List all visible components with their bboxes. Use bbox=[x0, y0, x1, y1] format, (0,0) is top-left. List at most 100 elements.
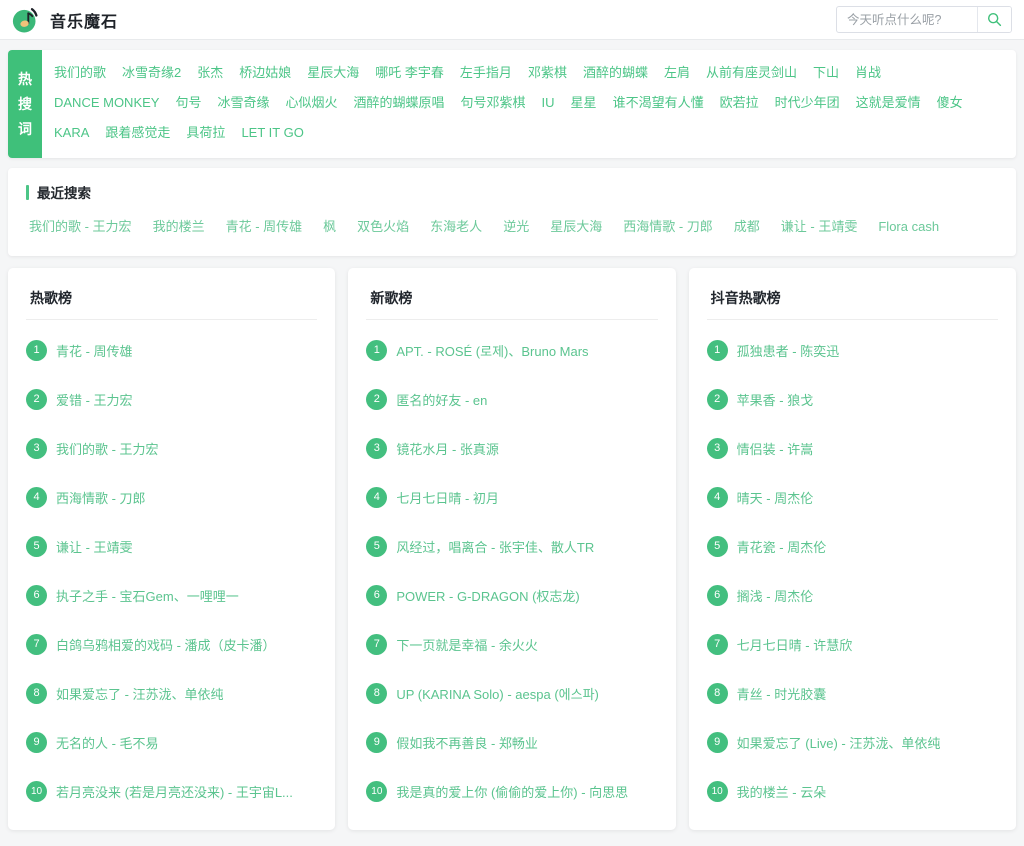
rank-list-item[interactable]: 4 七月七日晴 - 初月 bbox=[366, 473, 657, 522]
rank-list-item[interactable]: 2 匿名的好友 - en bbox=[366, 375, 657, 424]
rank-list-item[interactable]: 3 情侣装 - 许嵩 bbox=[707, 424, 998, 473]
recent-search-tag[interactable]: 逆光 bbox=[503, 216, 529, 238]
hot-search-tag[interactable]: 肖战 bbox=[855, 58, 881, 88]
recent-search-tag[interactable]: 双色火焰 bbox=[357, 216, 409, 238]
hot-search-tag[interactable]: 句号邓紫棋 bbox=[461, 88, 526, 118]
hot-search-tag[interactable]: 星辰大海 bbox=[307, 58, 359, 88]
recent-search-tag[interactable]: 我的楼兰 bbox=[153, 216, 205, 238]
hot-search-tag[interactable]: 谁不渴望有人懂 bbox=[613, 88, 704, 118]
hot-search-tag[interactable]: 邓紫棋 bbox=[528, 58, 567, 88]
recent-search-tag[interactable]: 青花 - 周传雄 bbox=[226, 216, 303, 238]
rank-list-item[interactable]: 1 青花 - 周传雄 bbox=[26, 326, 317, 375]
rank-number: 9 bbox=[366, 732, 387, 753]
rank-list-item[interactable]: 3 我们的歌 - 王力宏 bbox=[26, 424, 317, 473]
hot-search-tag[interactable]: DANCE MONKEY bbox=[54, 88, 159, 118]
rank-list-item[interactable]: 5 谦让 - 王靖雯 bbox=[26, 522, 317, 571]
recent-search-tag[interactable]: 我们的歌 - 王力宏 bbox=[29, 216, 132, 238]
rank-song-name: 假如我不再善良 - 郑畅业 bbox=[396, 733, 538, 752]
hot-search-tag[interactable]: 冰雪奇缘2 bbox=[122, 58, 181, 88]
rank-list-item[interactable]: 2 苹果香 - 狼戈 bbox=[707, 375, 998, 424]
rank-song-name: 若月亮没来 (若是月亮还没来) - 王宇宙L... bbox=[56, 782, 293, 801]
hot-search-tag[interactable]: 我们的歌 bbox=[54, 58, 106, 88]
rank-song-name: 青丝 - 时光胶囊 bbox=[737, 684, 827, 703]
recent-search-tag[interactable]: 西海情歌 - 刀郎 bbox=[623, 216, 713, 238]
rank-list-item[interactable]: 6 POWER - G-DRAGON (权志龙) bbox=[366, 571, 657, 620]
rank-list-item[interactable]: 10 若月亮没来 (若是月亮还没来) - 王宇宙L... bbox=[26, 767, 317, 816]
recent-search-tag[interactable]: Flora cash bbox=[878, 216, 939, 238]
rank-list-item[interactable]: 10 我的楼兰 - 云朵 bbox=[707, 767, 998, 816]
recent-search-tag[interactable]: 成都 bbox=[734, 216, 760, 238]
hot-search-tag[interactable]: 欧若拉 bbox=[720, 88, 759, 118]
rank-list-item[interactable]: 3 镜花水月 - 张真源 bbox=[366, 424, 657, 473]
rank-list-item[interactable]: 7 七月七日晴 - 许慧欣 bbox=[707, 620, 998, 669]
rank-list-item[interactable]: 9 无名的人 - 毛不易 bbox=[26, 718, 317, 767]
hot-search-tag[interactable]: 左手指月 bbox=[460, 58, 512, 88]
rank-list-item[interactable]: 6 搁浅 - 周杰伦 bbox=[707, 571, 998, 620]
rank-list-item[interactable]: 4 晴天 - 周杰伦 bbox=[707, 473, 998, 522]
recent-search-tag[interactable]: 星辰大海 bbox=[550, 216, 602, 238]
music-note-icon bbox=[10, 5, 40, 35]
rank-list-item[interactable]: 8 如果爱忘了 - 汪苏泷、单依纯 bbox=[26, 669, 317, 718]
rank-number: 5 bbox=[366, 536, 387, 557]
rank-list-item[interactable]: 6 执子之手 - 宝石Gem、一哩哩一 bbox=[26, 571, 317, 620]
rank-number: 1 bbox=[707, 340, 728, 361]
hot-search-tag[interactable]: 左肩 bbox=[664, 58, 690, 88]
hot-search-tag[interactable]: 具荷拉 bbox=[186, 118, 225, 148]
page-title: 音乐魔石 bbox=[50, 8, 118, 32]
rank-song-name: 下一页就是幸福 - 余火火 bbox=[396, 635, 538, 654]
hot-search-tag[interactable]: 时代少年团 bbox=[775, 88, 840, 118]
rank-number: 3 bbox=[26, 438, 47, 459]
hot-search-tag[interactable]: 桥边姑娘 bbox=[239, 58, 291, 88]
rank-list-item[interactable]: 5 青花瓷 - 周杰伦 bbox=[707, 522, 998, 571]
rank-number: 6 bbox=[707, 585, 728, 606]
rank-list: 1 孤独患者 - 陈奕迅 2 苹果香 - 狼戈 3 情侣装 - 许嵩 4 晴天 … bbox=[707, 326, 998, 816]
rank-list-item[interactable]: 1 APT. - ROSÉ (로제)、Bruno Mars bbox=[366, 326, 657, 375]
rank-number: 8 bbox=[26, 683, 47, 704]
rank-list-item[interactable]: 1 孤独患者 - 陈奕迅 bbox=[707, 326, 998, 375]
rank-number: 5 bbox=[26, 536, 47, 557]
hot-search-tag[interactable]: 酒醉的蝴蝶 bbox=[583, 58, 648, 88]
rank-list-item[interactable]: 5 风经过，唱离合 - 张宇佳、散人TR bbox=[366, 522, 657, 571]
rank-list-item[interactable]: 4 西海情歌 - 刀郎 bbox=[26, 473, 317, 522]
rank-number: 10 bbox=[366, 781, 387, 802]
recent-search-tag[interactable]: 枫 bbox=[323, 216, 336, 238]
rank-song-name: 搁浅 - 周杰伦 bbox=[737, 586, 814, 605]
hot-search-tag[interactable]: 这就是爱情 bbox=[856, 88, 921, 118]
search-box[interactable] bbox=[836, 6, 1012, 33]
hot-search-tag[interactable]: 跟着感觉走 bbox=[105, 118, 170, 148]
rank-song-name: 镜花水月 - 张真源 bbox=[396, 439, 499, 458]
rank-list-item[interactable]: 7 白鸽乌鸦相爱的戏码 - 潘成（皮卡潘） bbox=[26, 620, 317, 669]
brand: 音乐魔石 bbox=[10, 5, 118, 35]
hot-search-tag[interactable]: 冰雪奇缘 bbox=[217, 88, 269, 118]
hot-search-tag[interactable]: 傻女 bbox=[937, 88, 963, 118]
rank-number: 2 bbox=[26, 389, 47, 410]
rank-song-name: 七月七日晴 - 初月 bbox=[396, 488, 499, 507]
rank-list-item[interactable]: 8 青丝 - 时光胶囊 bbox=[707, 669, 998, 718]
hot-search-tag[interactable]: IU bbox=[542, 88, 555, 118]
hot-search-tag[interactable]: KARA bbox=[54, 118, 89, 148]
hot-search-tag[interactable]: 心似烟火 bbox=[286, 88, 338, 118]
hot-search-tag[interactable]: 星星 bbox=[571, 88, 597, 118]
rank-list-item[interactable]: 9 如果爱忘了 (Live) - 汪苏泷、单依纯 bbox=[707, 718, 998, 767]
rank-list-item[interactable]: 2 爱错 - 王力宏 bbox=[26, 375, 317, 424]
recent-search-tag[interactable]: 东海老人 bbox=[430, 216, 482, 238]
rank-number: 6 bbox=[366, 585, 387, 606]
recent-search-tag[interactable]: 谦让 - 王靖雯 bbox=[781, 216, 858, 238]
rank-list-item[interactable]: 8 UP (KARINA Solo) - aespa (에스파) bbox=[366, 669, 657, 718]
hot-search-tag[interactable]: 哪吒 李宇春 bbox=[375, 58, 444, 88]
rank-song-name: 如果爱忘了 (Live) - 汪苏泷、单依纯 bbox=[737, 733, 941, 752]
hot-search-tag[interactable]: 张杰 bbox=[197, 58, 223, 88]
hot-search-tag[interactable]: LET IT GO bbox=[241, 118, 303, 148]
search-input[interactable] bbox=[837, 7, 977, 32]
hot-search-tag[interactable]: 酒醉的蝴蝶原唱 bbox=[354, 88, 445, 118]
rank-list-item[interactable]: 10 我是真的爱上你 (偷偷的爱上你) - 向思思 bbox=[366, 767, 657, 816]
hot-search-tag[interactable]: 下山 bbox=[813, 58, 839, 88]
recent-search-header: 最近搜索 bbox=[26, 182, 998, 202]
hot-search-tag[interactable]: 从前有座灵剑山 bbox=[706, 58, 797, 88]
rank-song-name: 青花 - 周传雄 bbox=[56, 341, 133, 360]
rank-list-item[interactable]: 9 假如我不再善良 - 郑畅业 bbox=[366, 718, 657, 767]
rank-list-item[interactable]: 7 下一页就是幸福 - 余火火 bbox=[366, 620, 657, 669]
rank-song-name: 爱错 - 王力宏 bbox=[56, 390, 133, 409]
hot-search-tag[interactable]: 句号 bbox=[175, 88, 201, 118]
search-button[interactable] bbox=[977, 7, 1011, 32]
